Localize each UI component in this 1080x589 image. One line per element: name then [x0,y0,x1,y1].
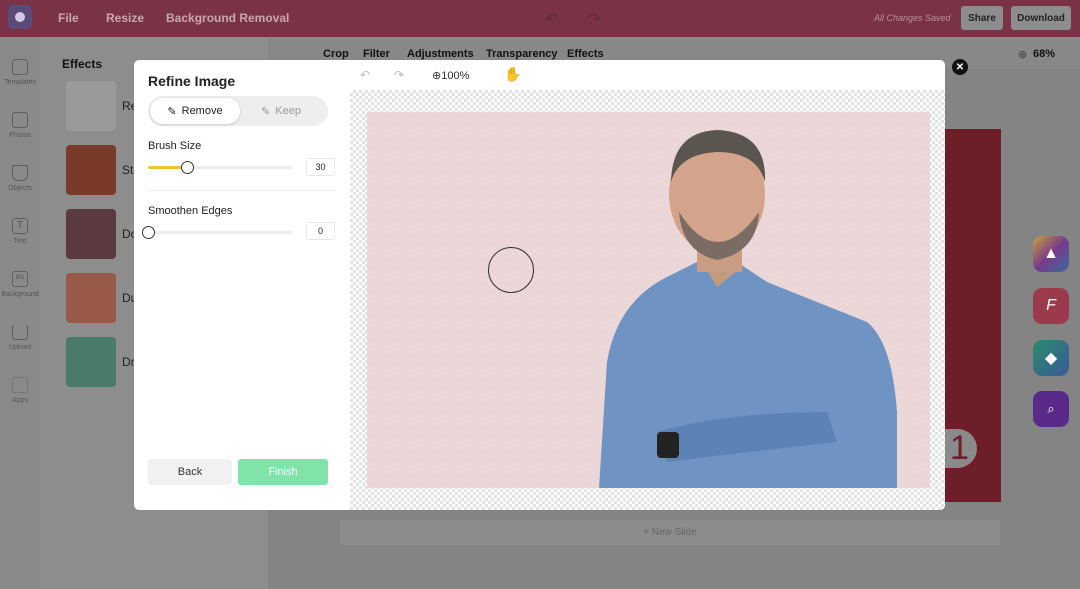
app-image-search-icon[interactable]: ⌕ [1033,391,1069,427]
sidebar-label: Text [13,238,27,245]
zoom-level[interactable]: 68% [1033,48,1055,60]
new-slide-button[interactable]: + New Slide [340,520,1000,545]
slide-canvas[interactable]: 1 [940,129,1001,502]
brush-plus-icon: ✎ [261,105,271,118]
panel-title: Effects [62,57,103,71]
templates-icon [12,59,28,75]
zoom-icon: ⊕ [432,70,442,82]
tab-adjustments[interactable]: Adjustments [407,48,474,60]
tab-filter[interactable]: Filter [363,48,390,60]
undo-icon[interactable]: ↶ [360,68,370,82]
menu-background-removal[interactable]: Background Removal [166,11,289,25]
sidebar-label: Templates [4,79,36,86]
page-number: 1 [942,429,977,468]
brush-size-input[interactable]: 30 [306,158,335,176]
cup-icon [12,165,28,181]
slider-handle[interactable] [142,226,155,239]
man-photo [599,130,897,488]
redo-icon[interactable]: ↷ [394,68,404,82]
bg-icon: BG [12,271,28,287]
edit-canvas[interactable] [350,90,945,510]
top-bar: File Resize Background Removal ↶ ↷ All C… [0,0,1080,37]
effect-thumb-2[interactable] [66,145,116,195]
sidebar-label: Objects [8,185,32,192]
effect-thumb-3[interactable] [66,209,116,259]
tab-effects[interactable]: Effects [567,48,604,60]
smoothen-edges-label: Smoothen Edges [148,205,233,217]
refine-image-dialog: Refine Image ✎ Remove ✎ Keep Brush Size 30… [134,60,945,510]
sidebar-label: Background [1,291,39,298]
sidebar-item-objects[interactable]: Objects [0,165,40,192]
sidebar-label: Upload [8,344,32,351]
redo-icon[interactable]: ↷ [588,9,601,29]
mode-toggle: ✎ Remove ✎ Keep [148,96,328,126]
sidebar-label: Photos [9,132,31,139]
save-status: All Changes Saved [874,13,951,23]
menu-file[interactable]: File [58,11,79,25]
share-button[interactable]: Share [961,6,1003,30]
zoom-level[interactable]: ⊕100% [432,69,469,82]
remove-label: Remove [181,105,223,117]
sidebar-item-templates[interactable]: Templates [0,59,40,86]
back-button[interactable]: Back [148,459,232,485]
brush-size-slider[interactable] [148,161,292,174]
sidebar-item-background[interactable]: BG Background [0,271,40,298]
slider-handle[interactable] [180,161,194,174]
left-sidebar: Templates Photos Objects T Text BG Backgro… [0,37,40,589]
effect-thumb-1[interactable] [66,81,116,131]
text-icon: T [12,218,28,234]
sidebar-item-photos[interactable]: Photos [0,112,40,139]
apps-icon [12,377,28,393]
effect-thumb-5[interactable] [66,337,116,387]
finish-button[interactable]: Finish [238,459,328,485]
sidebar-label: Apps [12,397,28,404]
photo-icon [12,112,28,128]
download-button[interactable]: Download [1011,6,1071,30]
close-dialog-button[interactable]: ✕ [952,59,968,75]
brush-cursor [488,247,534,293]
remove-mode-button[interactable]: ✎ Remove [150,98,240,124]
subject-photo [367,112,930,488]
effect-label: Dr [122,355,135,369]
hand-pan-icon[interactable]: ✋ [504,66,521,83]
brush-size-label: Brush Size [148,140,202,152]
menu-resize[interactable]: Resize [106,11,144,25]
zoom-icon[interactable]: ⊕ [1018,48,1027,61]
effect-thumb-4[interactable] [66,273,116,323]
tab-crop[interactable]: Crop [323,48,349,60]
brush-icon: ✎ [167,105,177,118]
app-paint-bucket-icon[interactable]: ◆ [1033,340,1069,376]
app-photo-editor-icon[interactable]: ▲ [1033,236,1069,272]
smoothen-edges-input[interactable]: 0 [306,222,335,240]
undo-icon[interactable]: ↶ [545,9,558,29]
keep-label: Keep [275,105,301,117]
upload-icon [12,324,28,340]
effect-label: St [122,163,134,177]
sidebar-item-upload[interactable]: Upload [0,324,40,351]
sidebar-item-text[interactable]: T Text [0,218,40,245]
divider [148,190,335,191]
smoothen-edges-slider[interactable] [142,226,292,239]
keep-mode-button[interactable]: ✎ Keep [236,98,326,124]
app-fonts-icon[interactable]: F [1033,288,1069,324]
tab-transparency[interactable]: Transparency [486,48,558,60]
zoom-value: 100% [441,70,470,82]
app-logo[interactable] [8,5,32,29]
dialog-title: Refine Image [148,73,236,89]
sidebar-item-apps[interactable]: Apps [0,377,40,404]
